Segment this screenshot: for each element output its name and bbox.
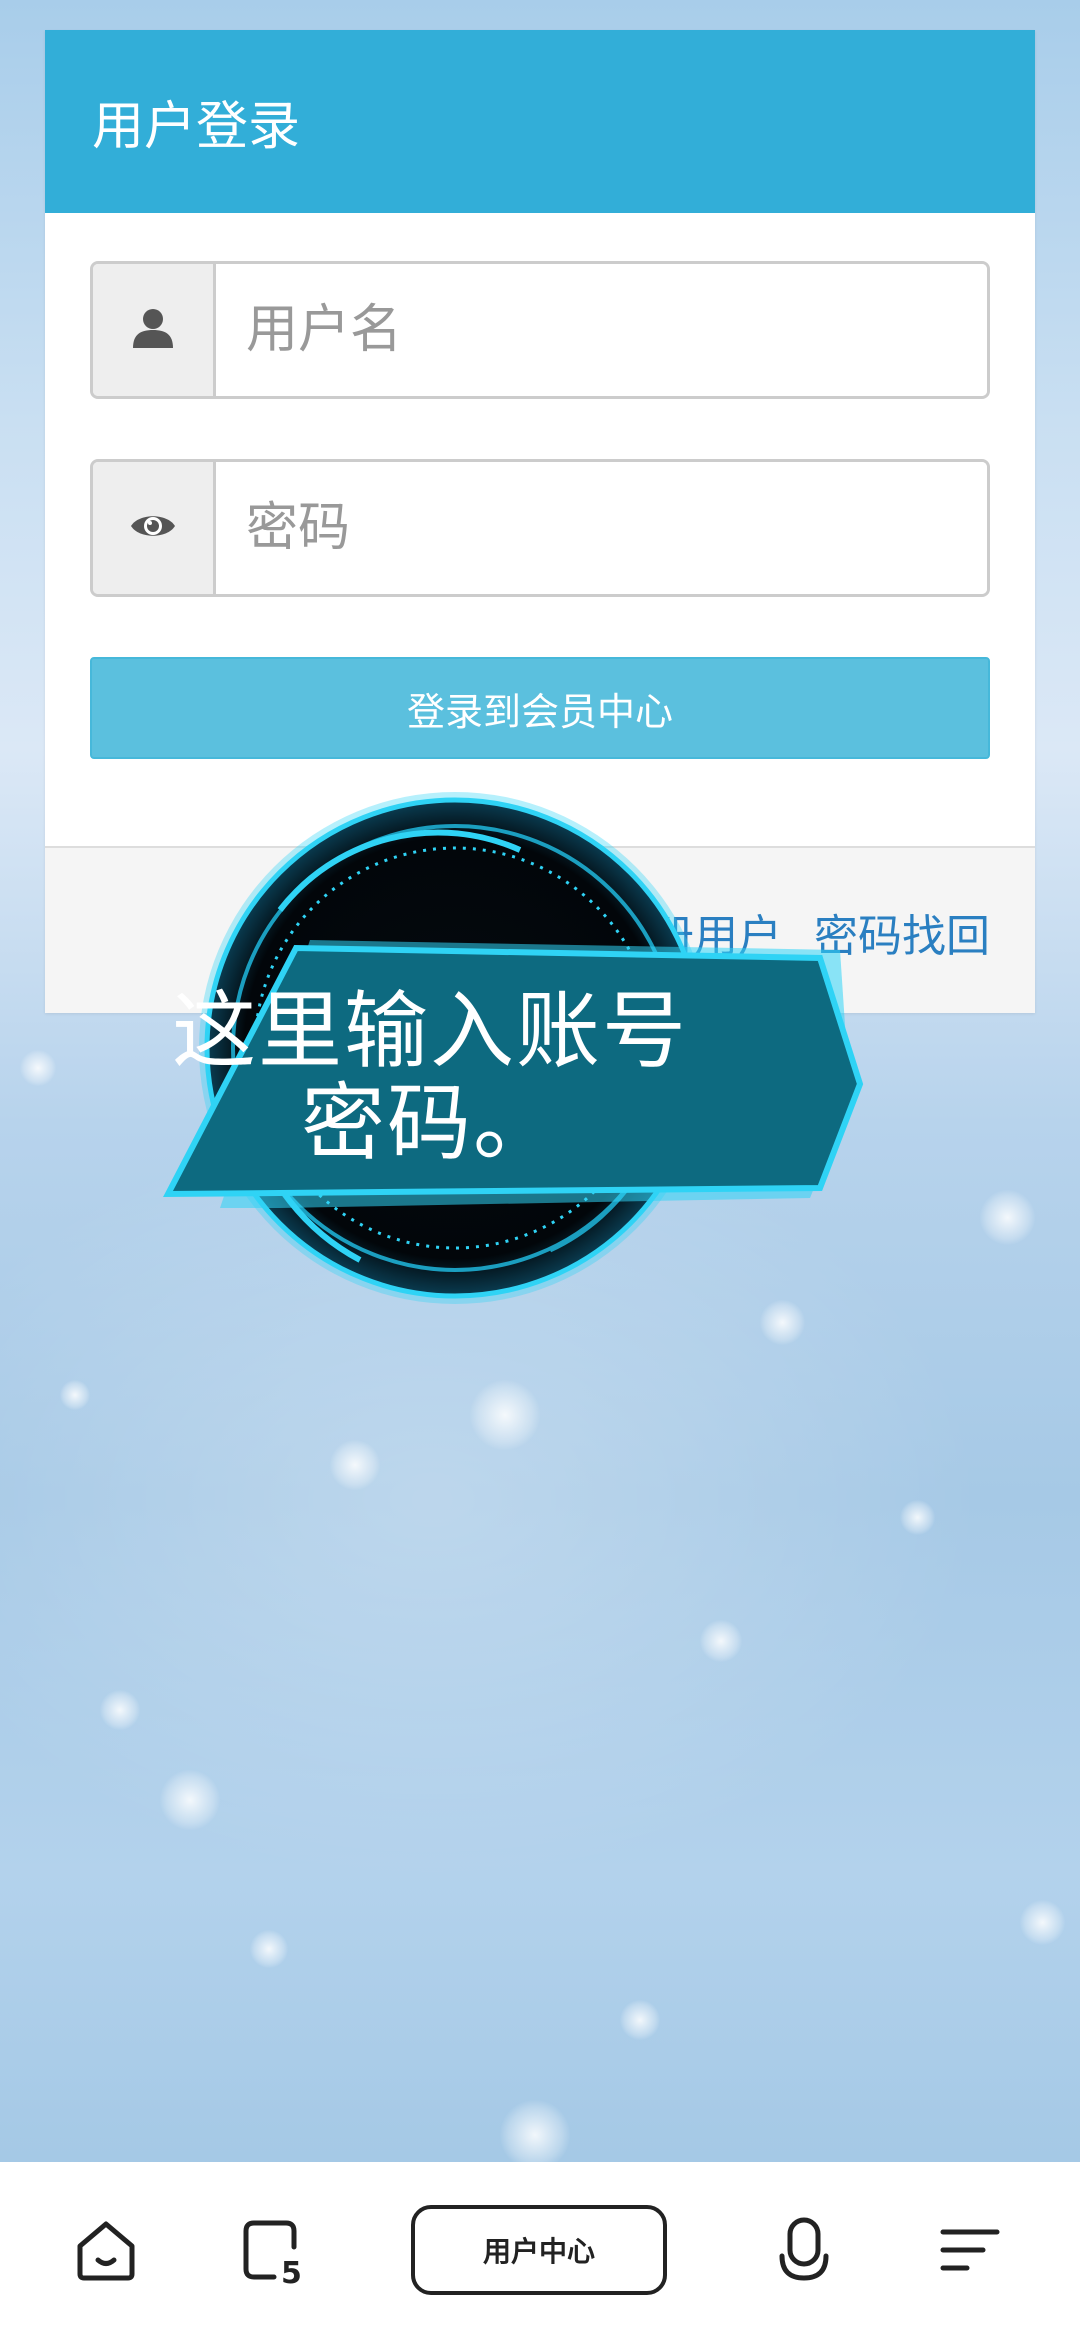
tab-count: 5 <box>281 2256 302 2291</box>
microphone-icon <box>776 2216 832 2288</box>
eye-icon <box>129 509 177 547</box>
user-center-label: 用户中心 <box>482 2235 595 2268</box>
username-input[interactable] <box>216 264 987 396</box>
user-center-button[interactable]: 用户中心 <box>411 2205 667 2295</box>
voice-button[interactable] <box>764 2212 844 2292</box>
user-icon-addon <box>93 264 216 396</box>
bottom-nav-bar: 5 用户中心 <box>0 2162 1080 2340</box>
login-button[interactable]: 登录到会员中心 <box>90 657 990 759</box>
user-icon <box>131 306 175 354</box>
login-header: 用户登录 <box>45 30 1035 213</box>
menu-button[interactable] <box>930 2212 1010 2292</box>
password-input[interactable] <box>216 462 987 594</box>
home-button[interactable] <box>66 2212 146 2292</box>
eye-icon-addon <box>93 462 216 594</box>
tooltip-line1: 这里输入账号 <box>171 982 688 1080</box>
login-title: 用户登录 <box>92 97 301 157</box>
username-group <box>90 261 990 399</box>
password-group <box>90 459 990 597</box>
tooltip-text: 这里输入账号 密码。 <box>170 985 690 1169</box>
tooltip-line2: 密码。 <box>300 1074 559 1172</box>
menu-icon <box>937 2222 1003 2282</box>
tabs-button[interactable]: 5 <box>235 2212 315 2292</box>
home-icon <box>74 2218 138 2286</box>
